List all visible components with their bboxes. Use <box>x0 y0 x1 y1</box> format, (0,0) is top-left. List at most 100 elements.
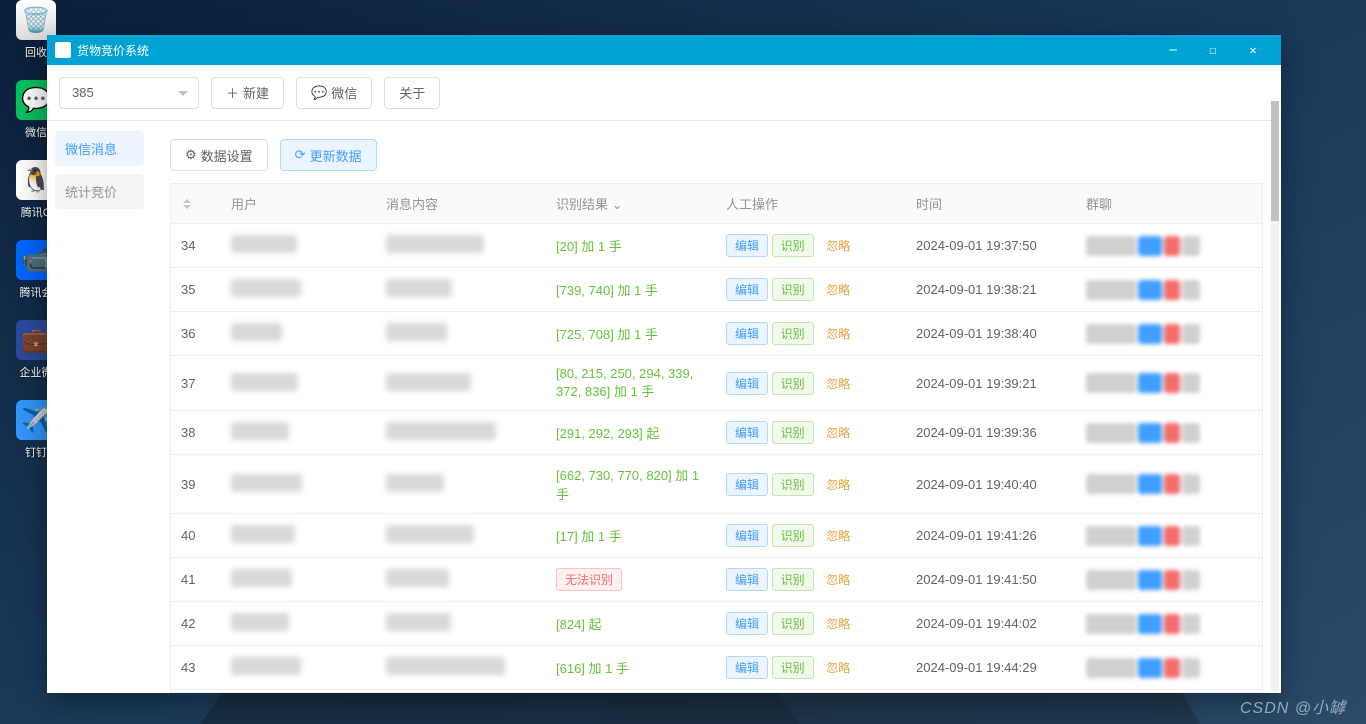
col-result[interactable]: 识别结果 ⌄ <box>546 184 716 224</box>
col-time[interactable]: 时间 <box>906 184 1076 224</box>
edit-button[interactable]: 编辑 <box>726 421 768 444</box>
new-button[interactable]: ＋ 新建 <box>211 77 284 109</box>
cell-result: [20] 加 1 手 <box>546 224 716 268</box>
minimize-button[interactable]: ─ <box>1153 35 1193 65</box>
table-row[interactable]: 38 [291, 292, 293] 起 编辑 识别 忽略 2024-09-01… <box>171 411 1262 455</box>
table-row[interactable]: 35 [739, 740] 加 1 手 编辑 识别 忽略 2024-09-01 … <box>171 268 1262 312</box>
table-row[interactable]: 39 [662, 730, 770, 820] 加 1 手 编辑 识别 忽略 2… <box>171 455 1262 514</box>
edit-button[interactable]: 编辑 <box>726 473 768 496</box>
tab-wechat-messages[interactable]: 微信消息 <box>55 131 144 166</box>
table-row[interactable]: 40 [17] 加 1 手 编辑 识别 忽略 2024-09-01 19:41:… <box>171 514 1262 558</box>
cell-time: 2024-09-01 19:44:02 <box>906 602 1076 646</box>
cell-idx: 36 <box>171 312 221 356</box>
ignore-button[interactable]: 忽略 <box>817 656 859 679</box>
recognize-button[interactable]: 识别 <box>772 473 814 496</box>
table-row[interactable]: 43 [616] 加 1 手 编辑 识别 忽略 2024-09-01 19:44… <box>171 646 1262 690</box>
recognize-button[interactable]: 识别 <box>772 656 814 679</box>
maximize-button[interactable]: ☐ <box>1193 35 1233 65</box>
edit-button[interactable]: 编辑 <box>726 656 768 679</box>
col-user[interactable]: 用户 <box>221 184 376 224</box>
about-button[interactable]: 关于 <box>384 77 440 109</box>
cell-result: [739, 740] 加 1 手 <box>546 268 716 312</box>
cell-user <box>221 646 376 690</box>
ignore-button[interactable]: 忽略 <box>817 568 859 591</box>
col-group[interactable]: 群聊 <box>1076 184 1262 224</box>
result-text: [20] 加 1 手 <box>556 239 622 254</box>
cell-result: [80, 215, 250, 294, 339, 372, 836] 加 1 手 <box>546 356 716 411</box>
cell-time: 2024-09-01 19:39:21 <box>906 356 1076 411</box>
cell-user <box>221 514 376 558</box>
cell-group <box>1076 558 1262 602</box>
edit-button[interactable]: 编辑 <box>726 278 768 301</box>
scrollbar-thumb[interactable] <box>1271 101 1279 221</box>
id-select[interactable]: 385 <box>59 77 199 109</box>
ignore-button[interactable]: 忽略 <box>817 473 859 496</box>
ignore-button[interactable]: 忽略 <box>817 524 859 547</box>
cell-result: 无法识别 <box>546 558 716 602</box>
col-content[interactable]: 消息内容 <box>376 184 546 224</box>
recognize-button[interactable]: 识别 <box>772 372 814 395</box>
ignore-button[interactable]: 忽略 <box>817 278 859 301</box>
recognize-button[interactable]: 识别 <box>772 278 814 301</box>
ignore-button[interactable]: 忽略 <box>817 372 859 395</box>
table-wrap[interactable]: 用户 消息内容 识别结果 ⌄ 人工操作 时间 群聊 34 [20] 加 1 手 … <box>170 183 1263 693</box>
cell-idx: 38 <box>171 411 221 455</box>
close-button[interactable]: ✕ <box>1233 35 1273 65</box>
edit-button[interactable]: 编辑 <box>726 322 768 345</box>
table-row[interactable]: 37 [80, 215, 250, 294, 339, 372, 836] 加 … <box>171 356 1262 411</box>
messages-table: 用户 消息内容 识别结果 ⌄ 人工操作 时间 群聊 34 [20] 加 1 手 … <box>171 184 1262 690</box>
tab-stats-bidding[interactable]: 统计竞价 <box>55 174 144 209</box>
ignore-button[interactable]: 忽略 <box>817 234 859 257</box>
window-scrollbar[interactable] <box>1271 101 1279 691</box>
select-value: 385 <box>72 85 94 100</box>
cell-group <box>1076 224 1262 268</box>
cell-group <box>1076 646 1262 690</box>
ignore-button[interactable]: 忽略 <box>817 421 859 444</box>
cell-idx: 41 <box>171 558 221 602</box>
content: ⚙ 数据设置 ⟳ 更新数据 用户 <box>152 121 1281 693</box>
cell-user <box>221 312 376 356</box>
recognize-button[interactable]: 识别 <box>772 322 814 345</box>
data-settings-button[interactable]: ⚙ 数据设置 <box>170 139 268 171</box>
table-row[interactable]: 41 无法识别 编辑 识别 忽略 2024-09-01 19:41:50 <box>171 558 1262 602</box>
result-text: [725, 708] 加 1 手 <box>556 327 658 342</box>
cell-actions: 编辑 识别 忽略 <box>716 558 906 602</box>
recognize-button[interactable]: 识别 <box>772 568 814 591</box>
ignore-button[interactable]: 忽略 <box>817 612 859 635</box>
cell-time: 2024-09-01 19:40:40 <box>906 455 1076 514</box>
recognize-button[interactable]: 识别 <box>772 612 814 635</box>
table-row[interactable]: 36 [725, 708] 加 1 手 编辑 识别 忽略 2024-09-01 … <box>171 312 1262 356</box>
cell-idx: 37 <box>171 356 221 411</box>
cell-content <box>376 455 546 514</box>
table-row[interactable]: 34 [20] 加 1 手 编辑 识别 忽略 2024-09-01 19:37:… <box>171 224 1262 268</box>
toolbar: 385 ＋ 新建 💬 微信 关于 <box>47 65 1281 121</box>
cell-result: [616] 加 1 手 <box>546 646 716 690</box>
col-idx[interactable] <box>171 184 221 224</box>
cell-group <box>1076 268 1262 312</box>
cell-user <box>221 602 376 646</box>
col-actions[interactable]: 人工操作 <box>716 184 906 224</box>
cell-content <box>376 411 546 455</box>
plus-icon: ＋ <box>226 83 239 102</box>
cell-group <box>1076 411 1262 455</box>
cell-group <box>1076 455 1262 514</box>
edit-button[interactable]: 编辑 <box>726 612 768 635</box>
edit-button[interactable]: 编辑 <box>726 568 768 591</box>
refresh-icon: ⟳ <box>295 147 306 163</box>
cell-group <box>1076 312 1262 356</box>
edit-button[interactable]: 编辑 <box>726 524 768 547</box>
table-row[interactable]: 42 [824] 起 编辑 识别 忽略 2024-09-01 19:44:02 <box>171 602 1262 646</box>
ignore-button[interactable]: 忽略 <box>817 322 859 345</box>
wechat-button[interactable]: 💬 微信 <box>296 77 372 109</box>
cell-group <box>1076 514 1262 558</box>
recognize-button[interactable]: 识别 <box>772 234 814 257</box>
edit-button[interactable]: 编辑 <box>726 372 768 395</box>
button-label: 更新数据 <box>310 146 362 165</box>
refresh-data-button[interactable]: ⟳ 更新数据 <box>280 139 377 171</box>
recognize-button[interactable]: 识别 <box>772 421 814 444</box>
edit-button[interactable]: 编辑 <box>726 234 768 257</box>
result-text: [662, 730, 770, 820] 加 1 手 <box>556 468 699 502</box>
table-header-row: 用户 消息内容 识别结果 ⌄ 人工操作 时间 群聊 <box>171 184 1262 224</box>
cell-actions: 编辑 识别 忽略 <box>716 514 906 558</box>
recognize-button[interactable]: 识别 <box>772 524 814 547</box>
